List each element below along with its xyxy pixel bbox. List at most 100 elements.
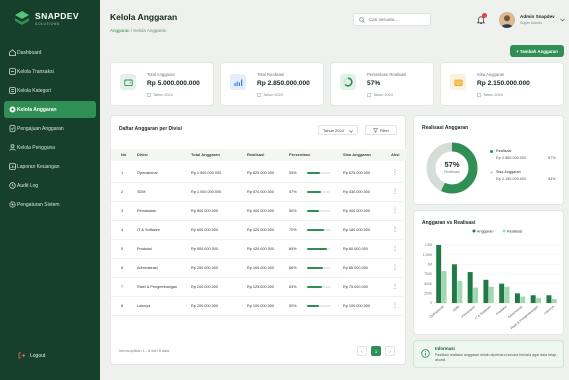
search-box[interactable] (353, 13, 431, 26)
sidebar-item-pengaturan[interactable]: Pengaturan Sistem (4, 196, 96, 213)
breadcrumb-anggaran[interactable]: Anggaran (110, 28, 130, 33)
cell-divisi: Operasional (137, 171, 158, 175)
cell-sisa: Rp 430.000.000 (343, 190, 371, 194)
info-card: Informasi Pastikan realisasi anggaran se… (413, 340, 564, 368)
table-row[interactable]: 2 SDM Rp 1.000.000.000 Rp 570.000.000 57% Rp … (111, 183, 407, 202)
table-row[interactable]: 5 Produksi Rp 500.000.000 Rp 420.000.000 84%… (111, 240, 407, 259)
bar-anggaran (451, 264, 457, 303)
pagination-prev[interactable]: ‹ (357, 346, 367, 356)
progress-bar (307, 286, 331, 288)
user-role: Super Admin (520, 21, 542, 25)
info-text: Pastikan realisasi anggaran selalu diper… (435, 353, 557, 362)
cell-divisi: Produksi (137, 247, 152, 251)
budget-bar-chart: Anggaran Realisasi 1.5M 1.25M 1M 750K 500K 250K… (423, 229, 560, 331)
bar-realisasi (441, 271, 447, 303)
sidebar-item-label: Kelola Transaksi (17, 68, 54, 75)
audit-icon (9, 182, 16, 189)
sidebar-item-pengajuan[interactable]: Pengajuan Anggaran (4, 120, 96, 137)
coin-icon (453, 79, 463, 86)
table-row[interactable]: 1 Operasional Rp 1.500.000.000 Rp 825.000.0… (111, 164, 407, 183)
sidebar-item-laporan[interactable]: Laporan Keuangan (4, 158, 96, 175)
progress-bar (307, 248, 331, 250)
legend-name: Sisa Anggaran (496, 170, 521, 174)
cell-total: Rp 200.000.000 (191, 304, 219, 308)
cell-no: 2 (121, 190, 124, 194)
brand[interactable]: SNAPDEV SOLUTIONS (14, 10, 79, 26)
sidebar-nav: Dashboard Kelola Transaksi Kelola Katego… (0, 44, 100, 215)
x-tick-label: Operasional (428, 305, 444, 320)
cell-sisa: Rp 85.000.000 (343, 266, 368, 270)
avatar[interactable] (499, 12, 515, 28)
x-tick-label: Produksi (495, 305, 508, 316)
table-row[interactable]: 3 Pemasaran Rp 800.000.000 Rp 400.000.000 50… (111, 202, 407, 221)
legend-name: Realisasi (496, 149, 512, 153)
bar-anggaran (467, 272, 473, 303)
logout-button[interactable]: Logout (18, 352, 45, 359)
table-row[interactable]: 4 IT & Software Rp 600.000.000 Rp 420.000.0… (111, 221, 407, 240)
legend-pct: 57% (548, 156, 556, 160)
year-select[interactable]: Tahun 2024 (318, 125, 358, 135)
table-row[interactable]: 6 Administrasi Rp 250.000.000 Rp 165.000.00… (111, 259, 407, 278)
stat-card-persentase: Persentase Realisasi 57% Tahun 2024 (330, 62, 434, 106)
bar-anggaran (546, 295, 552, 303)
cell-divisi: Administrasi (137, 266, 158, 270)
user-info[interactable]: Admin Snapdev Super Admin (520, 14, 555, 25)
legend-amount: Rp 2.850.000.000 (496, 156, 527, 160)
chevron-down-icon[interactable] (560, 18, 565, 22)
legend-amount: Rp 2.150.000.000 (496, 177, 527, 181)
y-tick-label: 1.5M (424, 243, 432, 247)
y-tick-label: 1M (427, 263, 432, 267)
cell-no: 8 (121, 304, 124, 308)
stat-footer: Tahun 2024 (147, 93, 173, 97)
row-actions-icon[interactable]: ⋮ (392, 245, 398, 252)
progress-fill (307, 248, 328, 250)
add-budget-button[interactable]: + Tambah Anggaran (510, 45, 564, 57)
row-actions-icon[interactable]: ⋮ (392, 188, 398, 195)
sidebar-item-label: Pengajuan Anggaran (17, 125, 64, 132)
x-tick-label: Riset & Pengembangan (510, 305, 539, 331)
x-tick-label: Lainnya (543, 305, 555, 316)
y-tick-label: 750K (424, 272, 433, 276)
filter-button[interactable]: Filter (365, 125, 397, 135)
row-actions-icon[interactable]: ⋮ (392, 207, 398, 214)
progress-bar (307, 210, 331, 212)
table-row[interactable]: 7 Riset & Pengembangan Rp 200.000.000 Rp 12… (111, 278, 407, 297)
cell-divisi: SDM (137, 190, 146, 194)
progress-bar (307, 191, 331, 193)
row-actions-icon[interactable]: ⋮ (392, 226, 398, 233)
notification-button[interactable] (476, 13, 487, 25)
sidebar-item-label: Kelola Kategori (17, 87, 51, 94)
sidebar-item-dashboard[interactable]: Dashboard (4, 44, 96, 61)
search-input[interactable] (369, 17, 429, 22)
y-tick-label: 500K (424, 282, 433, 286)
table-row[interactable]: 8 Lainnya Rp 200.000.000 Rp 100.000.000 50% R… (111, 297, 407, 316)
row-actions-icon[interactable]: ⋮ (392, 283, 398, 290)
topbar: Kelola Anggaran Anggaran / Kelola Anggar… (100, 0, 569, 40)
progress-fill (307, 210, 319, 212)
sidebar: SNAPDEV SOLUTIONS Dashboard Kelola Trans… (0, 0, 100, 380)
cell-divisi: Lainnya (137, 304, 151, 308)
bar-anggaran (499, 283, 505, 303)
cell-realisasi: Rp 165.000.000 (247, 266, 275, 270)
sidebar-item-pengguna[interactable]: Kelola Pengguna (4, 139, 96, 156)
sidebar-item-audit[interactable]: Audit Log (4, 177, 96, 194)
cell-no: 5 (121, 247, 124, 251)
stat-value: Rp 2.150.000.000 (477, 80, 530, 87)
home-icon (9, 49, 16, 56)
snapdev-logo-icon (15, 11, 29, 25)
chart-icon (233, 79, 242, 86)
sidebar-item-label: Kelola Pengguna (17, 144, 56, 151)
sidebar-item-kategori[interactable]: Kelola Kategori (4, 82, 96, 99)
users-icon (9, 144, 16, 151)
row-actions-icon[interactable]: ⋮ (392, 302, 398, 309)
year-select-value: Tahun 2024 (323, 127, 344, 133)
y-tick-label: 250K (424, 292, 433, 296)
row-actions-icon[interactable]: ⋮ (392, 169, 398, 176)
row-actions-icon[interactable]: ⋮ (392, 264, 398, 271)
logout-icon (18, 352, 25, 359)
sidebar-item-anggaran[interactable]: Kelola Anggaran (4, 101, 96, 118)
legend-pct: 43% (548, 177, 556, 181)
sidebar-item-transaksi[interactable]: Kelola Transaksi (4, 63, 96, 80)
pagination-next[interactable]: › (385, 346, 395, 356)
pagination-page-1[interactable]: 1 (371, 346, 381, 356)
